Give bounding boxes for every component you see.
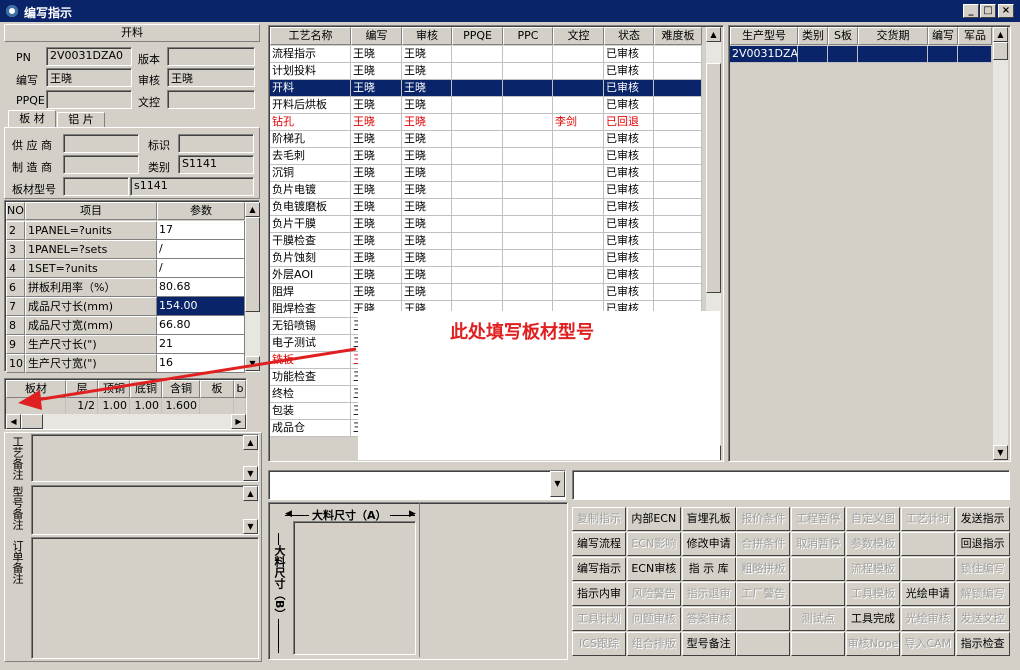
process-combo[interactable]: ▼ [268,470,566,500]
action-button[interactable]: 工艺计时 [900,507,955,531]
action-button[interactable]: 测试点 [791,607,846,631]
model-list-cell [958,46,992,63]
dimension-panel: 大料尺寸（A） ◀ ▶ 大料尺寸（B） [268,502,568,660]
action-button[interactable]: 问题审核 [626,607,681,631]
action-button[interactable]: 流程模板 [846,557,900,581]
action-button[interactable]: 答案审核 [681,607,736,631]
action-button[interactable]: 盲埋孔板 [681,507,736,531]
action-button[interactable]: 解锁编写 [955,582,1010,606]
action-button[interactable]: 参数模板 [846,532,900,556]
model-list-cell [828,46,858,63]
action-button[interactable]: 光绘申请 [900,582,955,606]
model-list-header[interactable]: 军品 [958,27,992,45]
model-list-cell [858,46,928,63]
action-button[interactable]: 编写指示 [572,557,626,581]
model-list-cell: 2V0031DZA0 [730,46,798,63]
action-button[interactable]: 自定义图 [846,507,900,531]
divider [419,503,420,657]
model-list: 生产型号 类别 S板 交货期 编写 军品 2V0031DZA0 ▲ ▼ [728,25,1011,462]
model-list-row[interactable]: 2V0031DZA0 [730,46,992,63]
action-button[interactable]: 编写流程 [572,532,626,556]
action-button[interactable] [791,582,846,606]
action-button[interactable]: 粗略拼板 [736,557,791,581]
model-list-header[interactable]: 编写 [928,27,958,45]
action-button[interactable]: 内部ECN [626,507,681,531]
action-button[interactable]: 发送指示 [955,507,1010,531]
model-list-header[interactable]: 交货期 [858,27,928,45]
action-button[interactable]: 审核Nope [846,632,900,656]
action-button[interactable]: 工厂警告 [736,582,791,606]
scroll-down-icon[interactable]: ▼ [993,445,1008,460]
action-button[interactable]: 修改申请 [681,532,736,556]
remark-input[interactable] [572,470,1010,500]
action-button[interactable]: 锁住编写 [955,557,1010,581]
dim-b-label: 大料尺寸（B） [271,545,287,620]
model-list-cell [928,46,958,63]
action-button[interactable]: ECN审核 [626,557,681,581]
action-button[interactable]: ICS跟踪 [572,632,626,656]
scroll-thumb[interactable] [993,42,1008,60]
action-button[interactable] [736,607,791,631]
action-button[interactable] [736,632,791,656]
action-button[interactable]: 工具计划 [572,607,626,631]
scroll-up-icon[interactable]: ▲ [993,27,1008,42]
action-button[interactable] [791,632,846,656]
model-list-cell [798,46,828,63]
action-button[interactable]: 合拼条件 [736,532,791,556]
action-button[interactable]: 指 示 库 [681,557,736,581]
action-button[interactable]: 导入CAM [900,632,955,656]
action-button[interactable]: 报价条件 [736,507,791,531]
action-button[interactable]: 风险警告 [626,582,681,606]
action-button[interactable]: ECN影响 [626,532,681,556]
action-button[interactable]: 发送文控 [955,607,1010,631]
action-button[interactable] [900,557,955,581]
action-button-grid: 复制指示 内部ECN 盲埋孔板 报价条件 工程暂停 自定义图 工艺计时 发送指示编写流程 ECN… [572,507,1012,659]
dim-a-right-arrow: ▶ [409,509,416,519]
dim-a-left-arrow: ◀ [285,509,292,519]
dim-preview [293,521,416,655]
model-list-header[interactable]: 类别 [798,27,828,45]
model-list-header[interactable]: S板 [828,27,858,45]
chevron-down-icon[interactable]: ▼ [550,471,565,497]
action-button[interactable]: 回退指示 [955,532,1010,556]
model-list-scrollbar[interactable]: ▲ ▼ [993,27,1008,460]
action-button[interactable]: 组合排版 [626,632,681,656]
action-button[interactable]: 工具完成 [846,607,900,631]
action-button[interactable]: 取消暂停 [791,532,846,556]
action-button[interactable]: 指示内审 [572,582,626,606]
action-button[interactable]: 指示退审 [681,582,736,606]
action-button[interactable] [791,557,846,581]
action-button[interactable] [900,532,955,556]
action-button[interactable]: 指示检查 [955,632,1010,656]
action-button[interactable]: 复制指示 [572,507,626,531]
action-button[interactable]: 型号备注 [681,632,736,656]
action-button[interactable]: 工具模板 [846,582,900,606]
model-list-header[interactable]: 生产型号 [730,27,798,45]
action-button[interactable]: 光绘审核 [900,607,955,631]
action-button[interactable]: 工程暂停 [791,507,846,531]
